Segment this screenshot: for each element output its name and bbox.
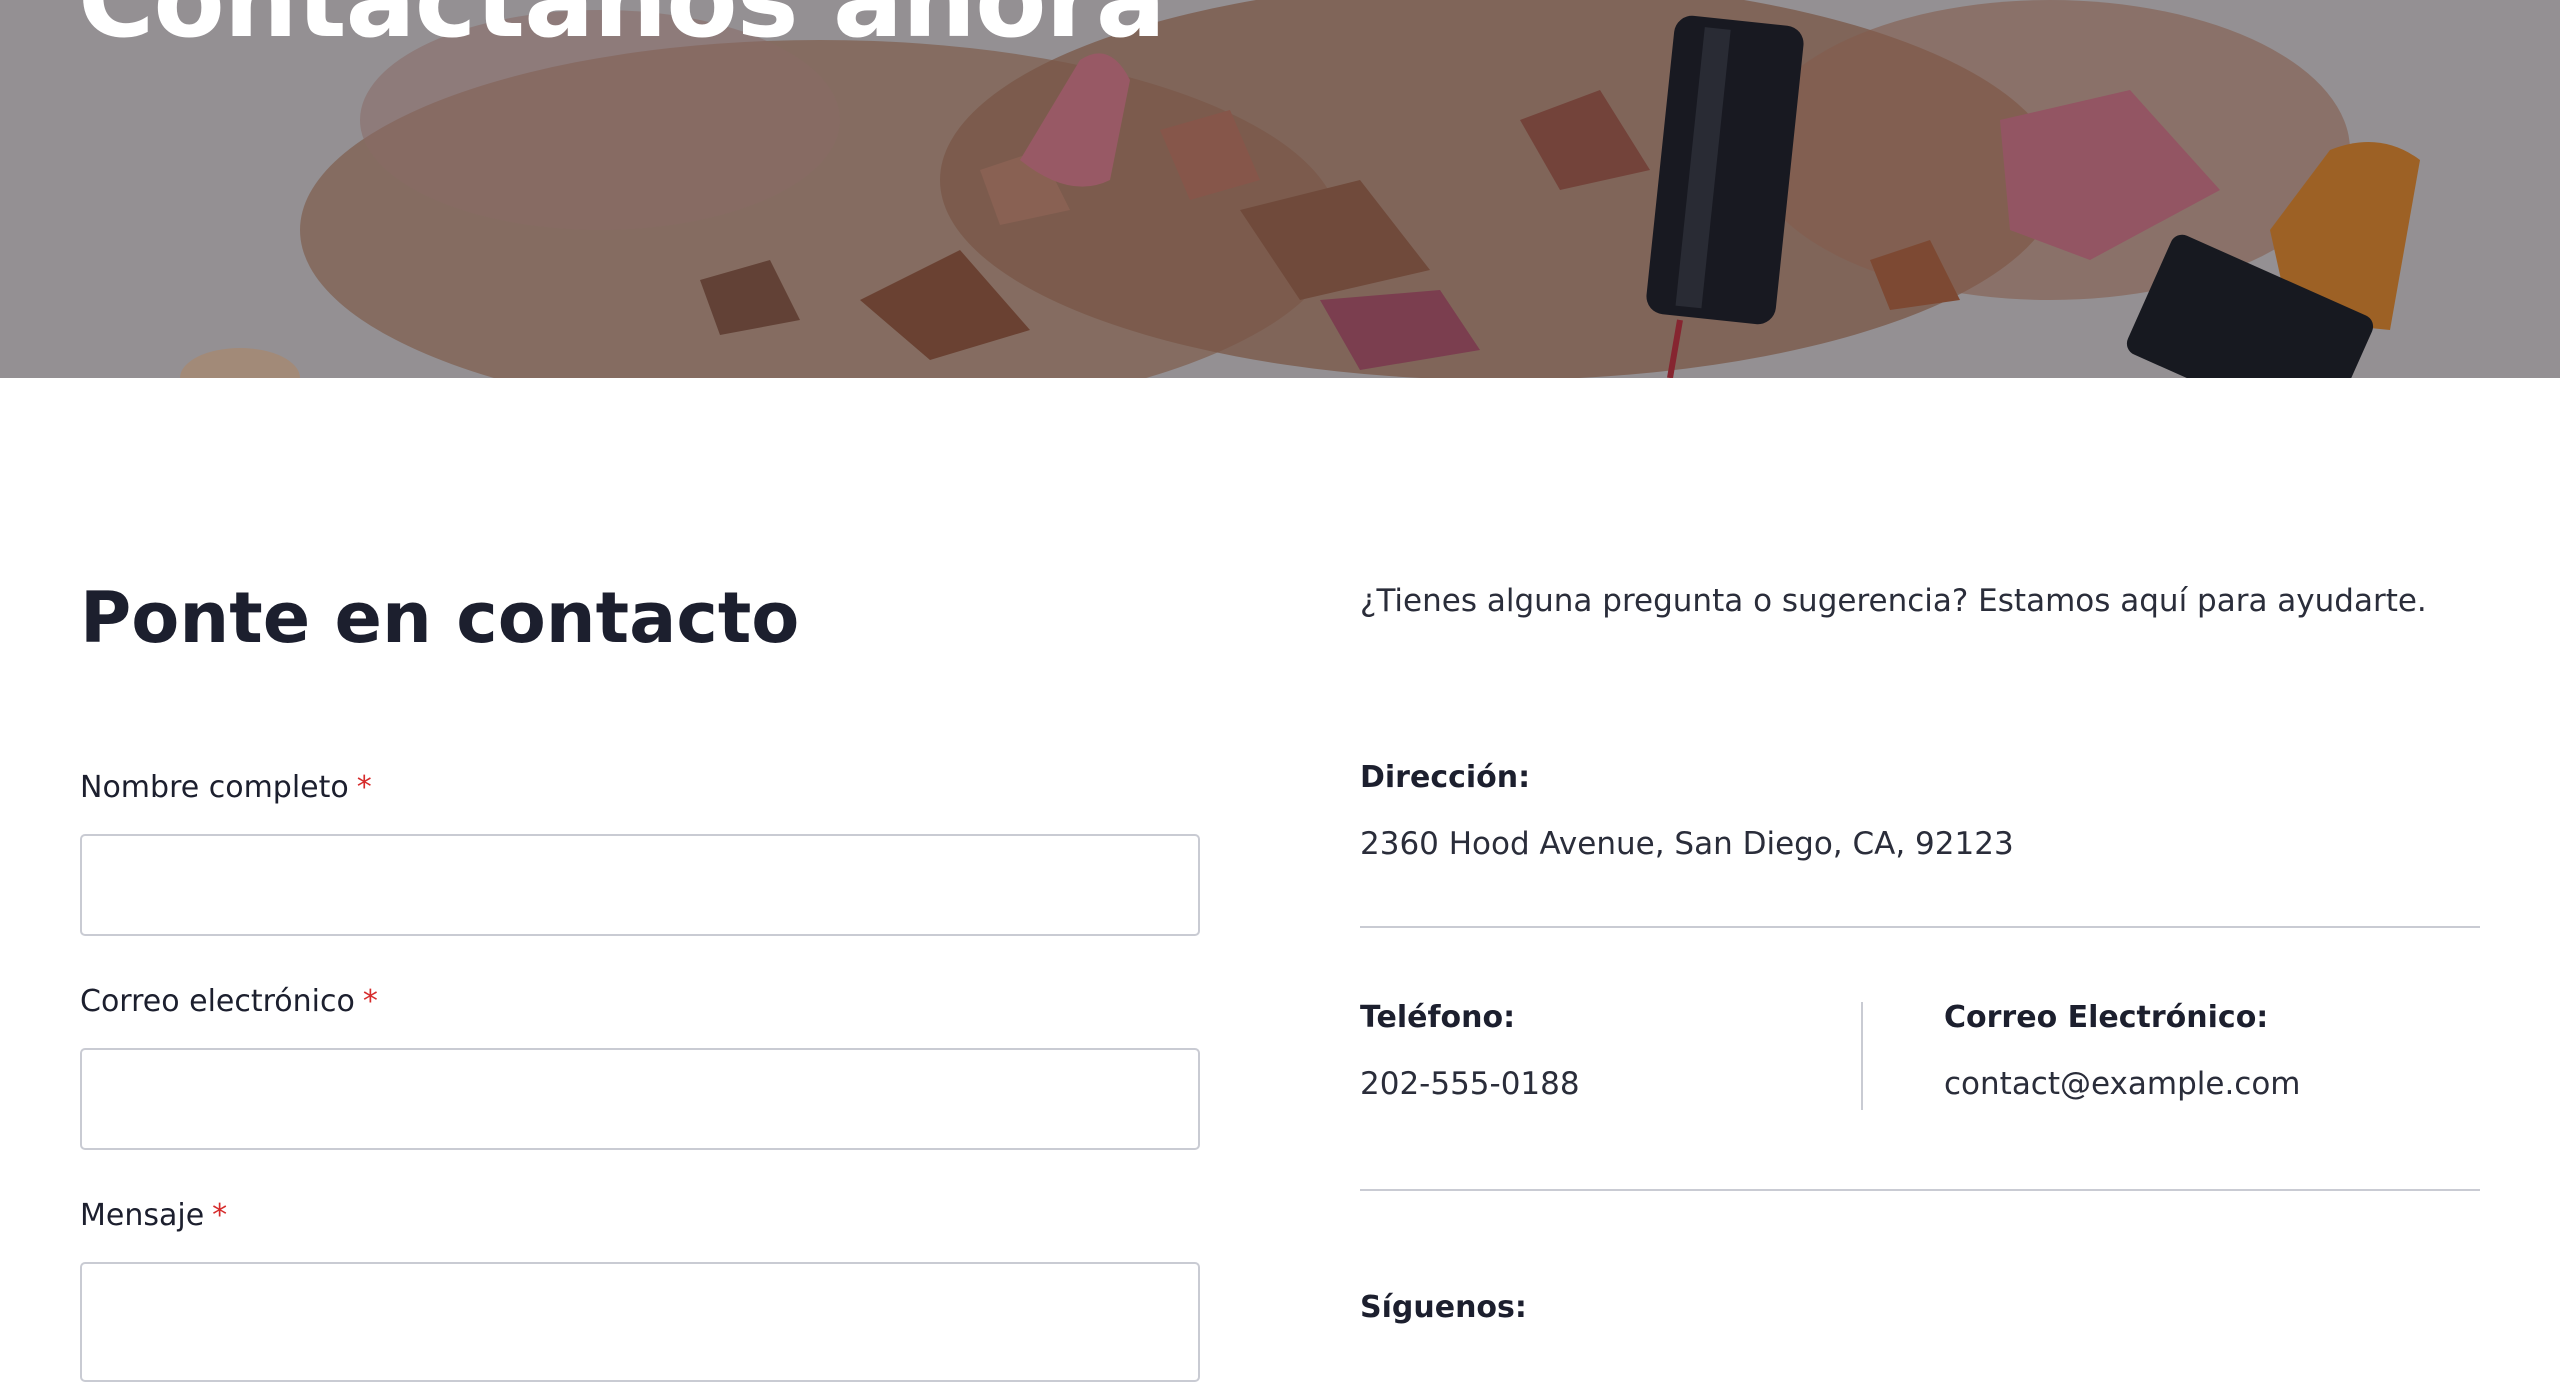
divider <box>1360 1189 2480 1191</box>
intro-text: ¿Tienes alguna pregunta o sugerencia? Es… <box>1360 583 2427 619</box>
message-textarea[interactable] <box>80 1262 1200 1382</box>
email-info-value: contact@example.com <box>1944 1066 2301 1102</box>
email-input[interactable] <box>80 1048 1200 1150</box>
vertical-divider <box>1861 1002 1863 1110</box>
required-mark: * <box>356 770 372 805</box>
address-value: 2360 Hood Avenue, San Diego, CA, 92123 <box>1360 826 2014 862</box>
message-label-text: Mensaje <box>80 1198 205 1233</box>
address-label: Dirección: <box>1360 760 1531 795</box>
message-field-label: Mensaje * <box>80 1198 227 1234</box>
phone-label: Teléfono: <box>1360 1000 1516 1035</box>
email-info-label: Correo Electrónico: <box>1944 1000 2269 1035</box>
email-label-text: Correo electrónico <box>80 984 355 1019</box>
form-heading: Ponte en contacto <box>80 577 800 659</box>
hero-title: Contáctanos ahora <box>78 0 1166 61</box>
name-input[interactable] <box>80 834 1200 936</box>
hero-banner: Contáctanos ahora <box>0 0 2560 378</box>
social-label: Síguenos: <box>1360 1290 1527 1325</box>
name-field-label: Nombre completo * <box>80 770 372 806</box>
required-mark: * <box>362 984 378 1019</box>
email-field-label: Correo electrónico * <box>80 984 378 1020</box>
divider <box>1360 926 2480 928</box>
name-label-text: Nombre completo <box>80 770 349 805</box>
required-mark: * <box>212 1198 228 1233</box>
phone-value: 202-555-0188 <box>1360 1066 1580 1102</box>
